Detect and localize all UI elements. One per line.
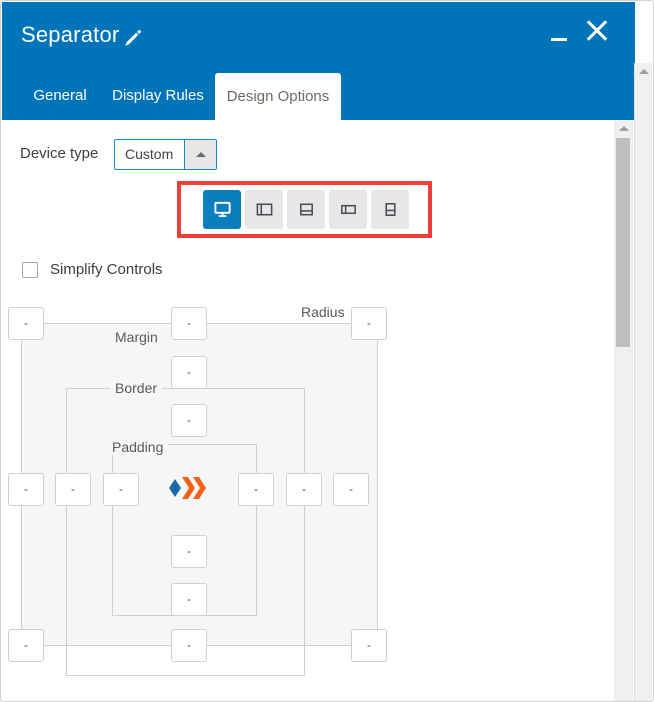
close-button[interactable]	[583, 16, 611, 44]
tablet-landscape-icon	[256, 203, 272, 216]
input-margin-right[interactable]: -	[333, 473, 369, 506]
simplify-controls-row[interactable]: Simplify Controls	[22, 261, 163, 278]
device-type-dropdown-button[interactable]	[184, 140, 216, 169]
input-border-left[interactable]: -	[55, 473, 91, 506]
tab-general[interactable]: General	[20, 71, 100, 120]
simplify-controls-label: Simplify Controls	[50, 261, 163, 278]
tab-strip: General Display Rules Design Options	[2, 63, 635, 120]
input-margin-bottom[interactable]: -	[171, 629, 207, 662]
input-padding-right[interactable]: -	[238, 473, 274, 506]
modal-title: Separator	[21, 22, 120, 47]
chevron-logo-icon	[167, 472, 209, 504]
input-border-bottom[interactable]: -	[171, 583, 207, 616]
device-button-phone-landscape[interactable]	[329, 190, 367, 229]
device-type-value: Custom	[125, 146, 174, 162]
radius-label: Radius	[296, 304, 350, 320]
device-button-phone-portrait[interactable]	[371, 190, 409, 229]
device-type-label: Device type	[20, 145, 99, 162]
phone-portrait-icon	[384, 203, 396, 216]
margin-label: Margin	[110, 329, 163, 345]
monitor-icon	[213, 201, 231, 217]
minimize-button[interactable]	[551, 29, 568, 42]
input-border-top[interactable]: -	[171, 356, 207, 389]
screen: Separator General Display Rules Design O…	[0, 0, 654, 702]
input-margin-left[interactable]: -	[8, 473, 44, 506]
modal-titlebar: Separator	[2, 2, 635, 63]
design-options-panel: Device type Custom Simplify Controls Mar…	[2, 120, 615, 701]
input-radius-top-left[interactable]: -	[8, 307, 44, 340]
input-padding-left[interactable]: -	[103, 473, 139, 506]
inner-scrollbar-thumb[interactable]	[616, 138, 630, 347]
input-radius-bottom-right[interactable]: -	[351, 629, 387, 662]
inner-scrollbar[interactable]	[614, 120, 633, 701]
scroll-up-arrow-outer[interactable]	[638, 69, 649, 74]
input-margin-top[interactable]: -	[171, 307, 207, 340]
tab-design-options[interactable]: Design Options	[215, 73, 341, 120]
padding-label: Padding	[107, 439, 169, 455]
tab-display-rules[interactable]: Display Rules	[102, 71, 214, 120]
window-controls	[551, 16, 621, 52]
input-border-right[interactable]: -	[286, 473, 322, 506]
scroll-up-arrow-inner[interactable]	[618, 126, 629, 131]
input-radius-top-right[interactable]: -	[351, 307, 387, 340]
device-button-group	[203, 190, 409, 229]
tablet-portrait-icon	[299, 203, 313, 216]
device-button-tablet-landscape[interactable]	[245, 190, 283, 229]
device-type-select[interactable]: Custom	[114, 139, 217, 170]
caret-up-icon	[196, 152, 206, 157]
box-model-editor: Margin Border Padding Radius - - - - - -…	[2, 296, 615, 682]
phone-landscape-icon	[340, 204, 356, 215]
device-button-tablet-portrait[interactable]	[287, 190, 325, 229]
simplify-controls-checkbox[interactable]	[22, 261, 38, 278]
pencil-icon[interactable]	[122, 27, 144, 49]
input-padding-top[interactable]: -	[171, 404, 207, 437]
input-padding-bottom[interactable]: -	[171, 535, 207, 568]
border-label: Border	[110, 380, 163, 396]
outer-scrollbar[interactable]	[634, 63, 652, 701]
device-button-desktop[interactable]	[203, 190, 241, 229]
input-radius-bottom-left[interactable]: -	[8, 629, 44, 662]
separator-settings-modal: Separator General Display Rules Design O…	[0, 0, 654, 702]
